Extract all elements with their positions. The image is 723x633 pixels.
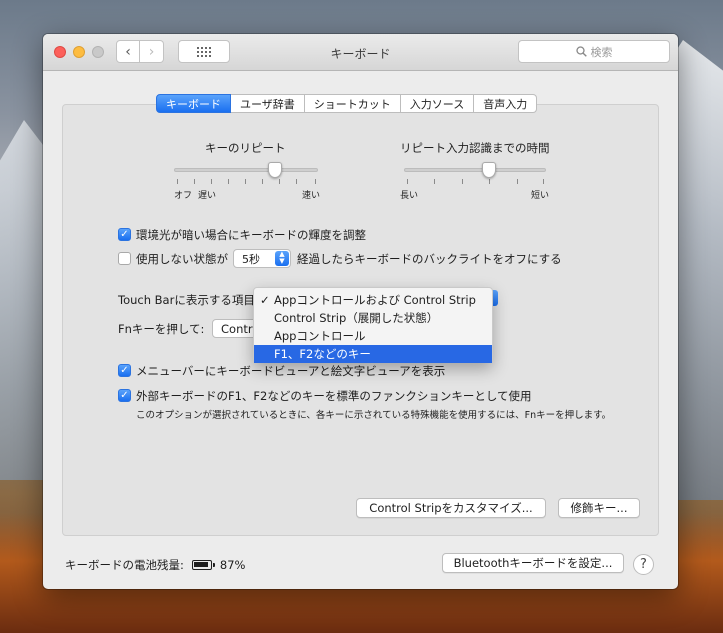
key-repeat-slider-knob[interactable]: [267, 162, 282, 178]
menu-bar-viewer-label: メニューバーにキーボードビューアと絵文字ビューアを表示: [136, 364, 446, 378]
function-keys-label: 外部キーボードのF1、F2などのキーを標準のファンクションキーとして使用: [136, 389, 532, 403]
ambient-brightness-checkbox[interactable]: ✓: [118, 228, 131, 241]
menu-item-label: Appコントロール: [274, 329, 366, 343]
keyboard-preferences-window: ‹ › キーボード 検索 キーボード ユーザ辞書 ショートカット 入力ソース 音…: [43, 34, 678, 589]
backlight-off-label-before: 使用しない状態が: [136, 252, 228, 266]
key-repeat-label-off: オフ: [174, 191, 193, 201]
battery-value: 87%: [219, 558, 246, 572]
search-field[interactable]: 検索: [518, 40, 670, 63]
menu-bar-viewer-checkbox[interactable]: ✓: [118, 364, 131, 377]
key-repeat-track[interactable]: [174, 168, 318, 172]
search-placeholder: 検索: [590, 45, 613, 59]
tab-input-sources[interactable]: 入力ソース: [400, 94, 475, 113]
question-mark-icon: ?: [640, 557, 647, 572]
battery-icon: [191, 560, 215, 570]
modifier-keys-button[interactable]: 修飾キー...: [558, 498, 640, 518]
updown-arrows-icon: ▲ ▼: [275, 251, 289, 266]
function-keys-note: このオプションが選択されているときに、各キーに示されている特殊機能を使用するには…: [136, 410, 612, 421]
key-repeat-title: キーのリピート: [205, 141, 286, 155]
key-repeat-label-slow: 遅い: [198, 191, 217, 201]
setup-bluetooth-keyboard-button[interactable]: Bluetoothキーボードを設定...: [442, 553, 624, 573]
tab-bar: キーボード ユーザ辞書 ショートカット 入力ソース 音声入力: [156, 94, 538, 113]
backlight-timeout-value: 5秒: [242, 252, 260, 266]
key-repeat-ticks: [177, 179, 317, 184]
help-button[interactable]: ?: [633, 554, 654, 575]
touch-bar-dropdown-menu: ✓ Appコントロールおよび Control Strip Control Str…: [253, 287, 493, 363]
menu-item-f1-f2-keys[interactable]: F1、F2などのキー: [254, 345, 492, 363]
touch-bar-label: Touch Barに表示する項目:: [118, 293, 259, 307]
tab-keyboard[interactable]: キーボード: [156, 94, 231, 113]
menu-item-label: Control Strip（展開した状態）: [274, 311, 439, 325]
battery-label: キーボードの電池残量:: [65, 558, 184, 572]
repeat-delay-label-long: 長い: [400, 191, 419, 201]
tab-user-dictionary[interactable]: ユーザ辞書: [231, 94, 305, 113]
tab-shortcuts[interactable]: ショートカット: [304, 94, 401, 113]
repeat-delay-ticks: [407, 179, 547, 184]
menu-item-expanded-control-strip[interactable]: Control Strip（展開した状態）: [254, 309, 492, 327]
tab-dictation[interactable]: 音声入力: [474, 94, 538, 113]
key-repeat-label-fast: 速い: [302, 191, 321, 201]
menu-item-app-controls[interactable]: Appコントロール: [254, 327, 492, 345]
battery-status: キーボードの電池残量: 87%: [65, 557, 245, 573]
function-keys-checkbox[interactable]: ✓: [118, 389, 131, 402]
repeat-delay-track[interactable]: [404, 168, 546, 172]
backlight-off-checkbox[interactable]: [118, 252, 131, 265]
customize-control-strip-button[interactable]: Control Stripをカスタマイズ...: [356, 498, 546, 518]
repeat-delay-title: リピート入力認識までの時間: [400, 141, 550, 155]
ambient-brightness-label: 環境光が暗い場合にキーボードの輝度を調整: [136, 228, 366, 242]
menu-item-label: F1、F2などのキー: [274, 347, 371, 361]
menu-item-label: Appコントロールおよび Control Strip: [274, 293, 476, 307]
backlight-off-label-after: 経過したらキーボードのバックライトをオフにする: [297, 252, 562, 266]
repeat-delay-label-short: 短い: [531, 191, 550, 201]
menu-item-app-controls-control-strip[interactable]: ✓ Appコントロールおよび Control Strip: [254, 291, 492, 309]
search-icon: [575, 46, 587, 57]
checkmark-icon: ✓: [260, 293, 270, 307]
fn-key-label: Fnキーを押して:: [118, 322, 205, 336]
title-bar: ‹ › キーボード 検索: [43, 34, 678, 71]
backlight-timeout-popup[interactable]: 5秒 ▲ ▼: [233, 249, 291, 268]
